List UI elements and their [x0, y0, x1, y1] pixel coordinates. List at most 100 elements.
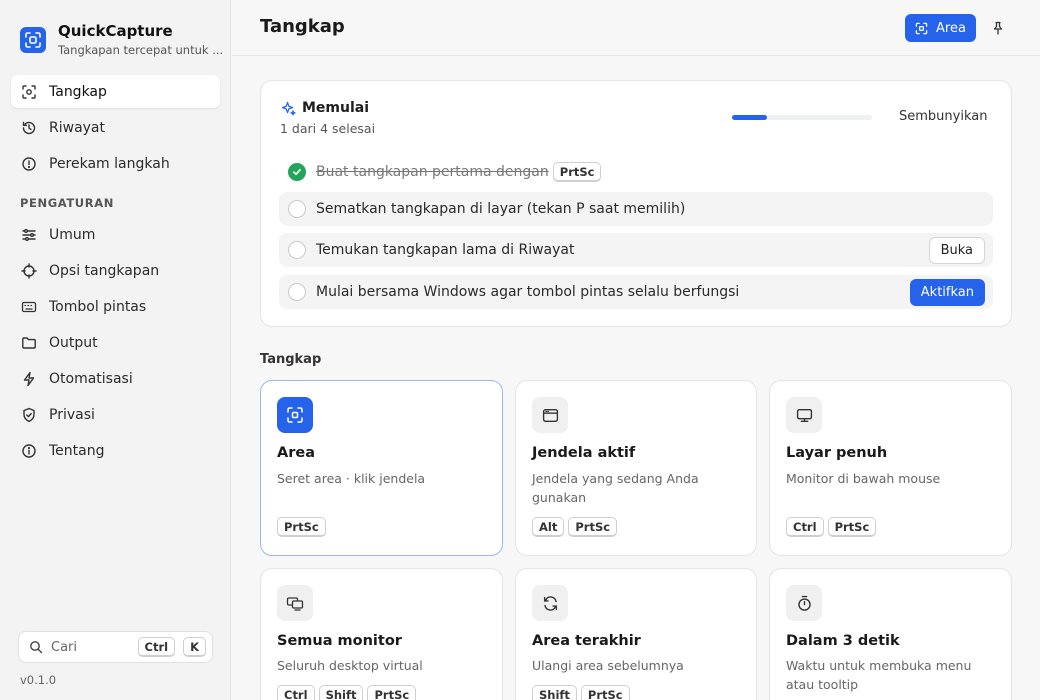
capture-tile-fullscreen[interactable]: Layar penuh Monitor di bawah mouse Ctrl …: [769, 380, 1012, 556]
task-checkbox[interactable]: [288, 283, 306, 301]
tile-shortcut: Ctrl Shift PrtSc: [277, 685, 417, 700]
capture-tile-all-monitors[interactable]: Semua monitor Seluruh desktop virtual Ct…: [260, 568, 503, 700]
capture-tile-area[interactable]: Area Seret area · klik jendela PrtSc: [260, 380, 503, 556]
capture-icon: [21, 84, 37, 100]
shortcut-key: Alt: [532, 517, 565, 537]
task-item[interactable]: Temukan tangkapan lama di Riwayat Buka: [279, 233, 993, 267]
info-circle-icon: [21, 156, 37, 172]
area-capture-button[interactable]: Area: [905, 14, 976, 42]
sidebar-item-otomatisasi[interactable]: Otomatisasi: [11, 362, 220, 395]
tile-title: Area terakhir: [532, 633, 641, 649]
hide-button[interactable]: Sembunyikan: [899, 109, 987, 124]
tile-description: Seluruh desktop virtual: [277, 658, 423, 673]
task-text: Sematkan tangkapan di layar (tekan P saa…: [316, 201, 686, 217]
search-input[interactable]: Cari Ctrl K: [18, 631, 213, 663]
tile-description: Jendela yang sedang Anda gunakan: [532, 471, 699, 505]
sidebar-item-label: Tangkap: [49, 83, 107, 100]
timer-icon: [786, 585, 822, 621]
task-text: Temukan tangkapan lama di Riwayat: [316, 242, 575, 258]
refresh-icon: [532, 585, 568, 621]
sparkle-icon: [281, 101, 296, 116]
app-logo-icon: [20, 27, 46, 53]
tile-description: Seret area · klik jendela: [277, 471, 426, 486]
folder-icon: [21, 335, 37, 351]
sidebar-item-label: Tentang: [49, 442, 105, 459]
shortcut-key: PrtSc: [827, 517, 877, 537]
app-version: v0.1.0: [20, 673, 57, 687]
sidebar-item-label: Riwayat: [49, 119, 105, 136]
monitor-icon: [786, 397, 822, 433]
shield-icon: [21, 407, 37, 423]
tile-shortcut: Shift PrtSc: [532, 685, 630, 700]
tile-shortcut: Alt PrtSc: [532, 517, 618, 537]
progress-bar: [732, 115, 872, 120]
sidebar-item-tentang[interactable]: Tentang: [11, 434, 220, 467]
sidebar-item-label: Umum: [49, 226, 96, 243]
sidebar-item-opsi-tangkapan[interactable]: Opsi tangkapan: [11, 254, 220, 287]
task-item[interactable]: Sematkan tangkapan di layar (tekan P saa…: [279, 192, 993, 226]
shortcut-key: PrtSc: [277, 517, 326, 537]
sidebar-item-umum[interactable]: Umum: [11, 218, 220, 251]
tile-description: Monitor di bawah mouse: [786, 471, 941, 486]
tile-title: Semua monitor: [277, 633, 402, 649]
sliders-icon: [21, 227, 37, 243]
history-icon: [21, 120, 37, 136]
shortcut-key: Shift: [318, 685, 364, 700]
sidebar-item-riwayat[interactable]: Riwayat: [11, 111, 220, 144]
open-history-button[interactable]: Buka: [928, 236, 985, 264]
pin-button[interactable]: [988, 18, 1008, 38]
sidebar-item-perekam-langkah[interactable]: Perekam langkah: [11, 147, 220, 180]
task-checkbox[interactable]: [288, 200, 306, 218]
task-checkbox[interactable]: [288, 241, 306, 259]
task-text: Mulai bersama Windows agar tombol pintas…: [316, 284, 740, 300]
progress-text: 1 dari 4 selesai: [280, 121, 376, 136]
tile-shortcut: PrtSc: [277, 517, 326, 537]
shortcut-key: PrtSc: [367, 685, 417, 700]
shortcut-key: PrtSc: [552, 162, 602, 182]
checkmark-icon: [288, 163, 306, 181]
page-title: Tangkap: [260, 16, 345, 37]
shortcut-key: Shift: [532, 685, 577, 700]
tile-title: Dalam 3 detik: [786, 633, 900, 649]
getting-started-heading: Memulai: [302, 100, 370, 116]
shortcut-key: PrtSc: [580, 685, 630, 700]
sidebar-item-privasi[interactable]: Privasi: [11, 398, 220, 431]
pin-icon: [992, 21, 1004, 35]
tile-description: Waktu untuk membuka menu atau tooltip: [786, 658, 972, 692]
tile-description: Ulangi area sebelumnya: [532, 658, 684, 673]
window-icon: [532, 397, 568, 433]
task-item[interactable]: Mulai bersama Windows agar tombol pintas…: [279, 275, 993, 309]
sidebar-item-output[interactable]: Output: [11, 326, 220, 359]
capture-tile-last-area[interactable]: Area terakhir Ulangi area sebelumnya Shi…: [515, 568, 757, 700]
shortcut-key: Ctrl: [137, 637, 176, 657]
sidebar-item-tombol-pintas[interactable]: Tombol pintas: [11, 290, 220, 323]
area-capture-icon: [915, 22, 928, 35]
enable-startup-button[interactable]: Aktifkan: [909, 278, 985, 306]
tile-shortcut: Ctrl PrtSc: [786, 517, 877, 537]
capture-tile-delayed[interactable]: Dalam 3 detik Waktu untuk membuka menu a…: [769, 568, 1012, 700]
task-text: Buat tangkapan pertama dengan: [316, 164, 549, 180]
settings-section-heading: PENGATURAN: [20, 196, 114, 210]
search-icon: [29, 640, 43, 654]
sidebar: QuickCapture Tangkapan tercepat untuk ..…: [0, 0, 231, 700]
multi-monitor-icon: [277, 585, 313, 621]
sidebar-nav: Tangkap Riwayat Perekam langkah PENGATUR…: [11, 75, 220, 470]
shortcut-key: PrtSc: [568, 517, 618, 537]
shortcut-key: Ctrl: [277, 685, 315, 700]
getting-started-title: Memulai: [281, 100, 369, 116]
shortcut-key: Ctrl: [786, 517, 824, 537]
sidebar-item-label: Tombol pintas: [49, 298, 147, 315]
tile-title: Layar penuh: [786, 445, 888, 461]
sidebar-item-tangkap[interactable]: Tangkap: [11, 75, 220, 108]
capture-tile-active-window[interactable]: Jendela aktif Jendela yang sedang Anda g…: [515, 380, 757, 556]
app-tagline: Tangkapan tercepat untuk ...: [58, 43, 224, 57]
search-placeholder: Cari: [51, 639, 77, 655]
sidebar-item-label: Output: [49, 334, 98, 351]
keyboard-icon: [21, 299, 37, 315]
progress-bar-fill: [732, 115, 767, 120]
sidebar-item-label: Perekam langkah: [49, 155, 170, 172]
sidebar-item-label: Privasi: [49, 406, 95, 423]
brand: QuickCapture Tangkapan tercepat untuk ..…: [20, 22, 223, 58]
tile-title: Area: [277, 445, 315, 461]
sidebar-item-label: Opsi tangkapan: [49, 262, 160, 279]
